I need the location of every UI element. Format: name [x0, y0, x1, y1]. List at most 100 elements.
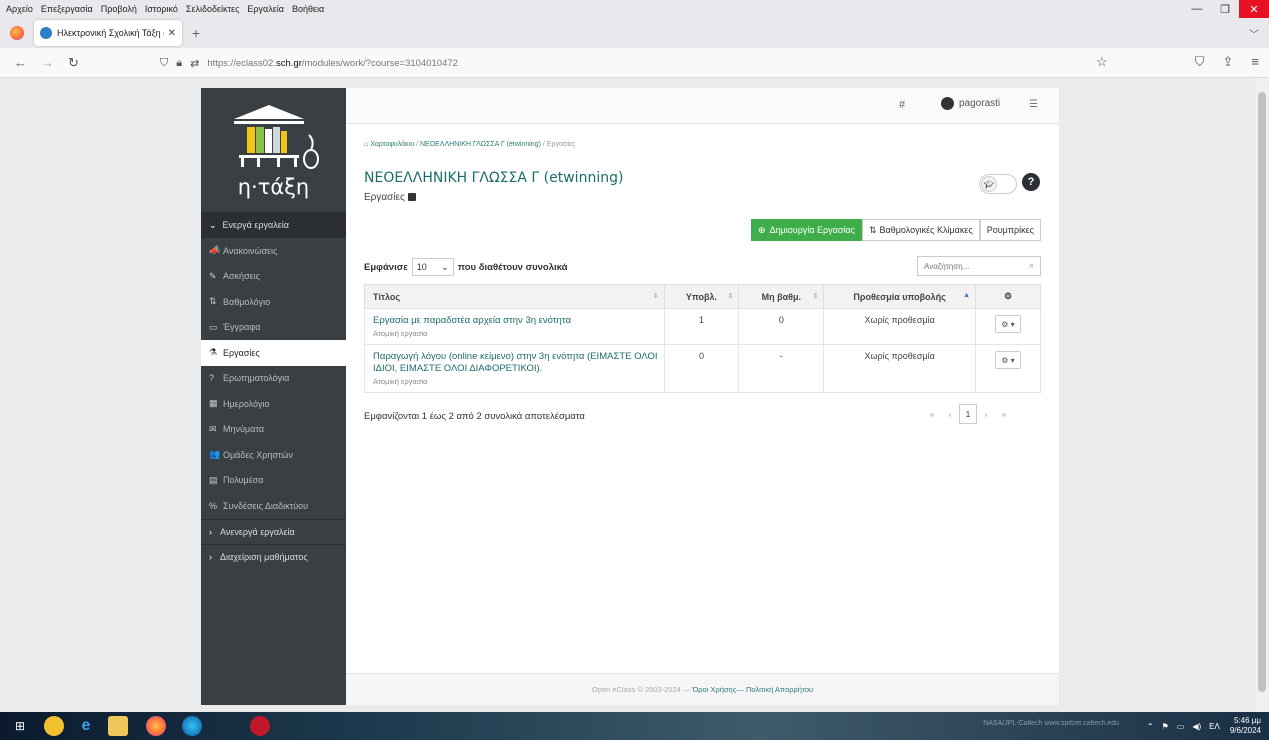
browser-menubar: Αρχείο Επεξεργασία Προβολή Ιστορικό Σελι… [0, 0, 1269, 18]
column-header-ungraded[interactable]: Μη βαθμ. ⇕ [738, 284, 825, 309]
deadline-cell: Χωρίς προθεσμία [823, 308, 977, 345]
breadcrumb-home[interactable]: Χαρτοφυλάκιο [370, 141, 414, 148]
pocket-icon[interactable]: ⛉ [1195, 54, 1205, 70]
column-header-deadline[interactable]: Προθεσμία υποβολής ▲ [823, 284, 977, 309]
folder-icon: ▭ [209, 321, 218, 332]
chrome-icon[interactable] [44, 716, 64, 736]
tab-bar: Ηλεκτρονική Σχολική Τάξη (η- ✕ + ﹀ [0, 18, 1269, 48]
shield-icon[interactable]: ⛉ [160, 57, 168, 70]
close-window-button[interactable]: ✕ [1239, 0, 1269, 18]
permissions-icon[interactable]: ⇄ [190, 57, 199, 70]
list-all-tabs-icon[interactable]: ﹀ [1249, 26, 1259, 41]
tab-close-icon[interactable]: ✕ [168, 28, 176, 39]
flag-icon[interactable]: ⚑ [1162, 722, 1169, 731]
prev-page-button[interactable]: ‹ [941, 410, 959, 419]
menu-tools[interactable]: Εργαλεία [247, 4, 284, 14]
clock[interactable]: 5:46 μμ 9/6/2024 [1230, 716, 1261, 736]
rubrics-button[interactable]: Ρουμπρίκες [979, 219, 1041, 241]
home-icon[interactable]: # [899, 99, 905, 111]
sidebar-item-label: Έγγραφα [223, 322, 261, 333]
column-header-submissions[interactable]: Υποβλ. ⇕ [663, 284, 740, 309]
internet-explorer-icon[interactable]: e [76, 716, 96, 736]
menu-view[interactable]: Προβολή [101, 4, 137, 14]
forward-icon[interactable]: → [41, 55, 54, 70]
page-size-select[interactable]: 10 ⌄ [411, 258, 454, 276]
menu-bookmarks[interactable]: Σελιδοδείκτες [186, 4, 240, 14]
sidebar-item[interactable]: ⚗ Εργασίες [201, 340, 346, 366]
reload-icon[interactable]: ↻ [68, 55, 79, 71]
search-placeholder: Αναζήτηση... [924, 261, 970, 271]
sidebar-item[interactable]: ▤ Πολυμέσα [201, 468, 346, 494]
sidebar-item[interactable]: ? Ερωτηματολόγια [201, 366, 346, 392]
app-icon[interactable] [250, 716, 270, 736]
sidebar-item[interactable]: 📣 Ανακοινώσεις [201, 238, 346, 264]
sidebar-item[interactable]: ⇅ Βαθμολόγιο [201, 289, 346, 315]
file-explorer-icon[interactable] [108, 716, 128, 736]
sidebar-item[interactable]: 👥 Ομάδες Χρηστών [201, 442, 346, 468]
column-header-title[interactable]: Τίτλος ⇕ [364, 284, 665, 309]
new-tab-button[interactable]: + [192, 25, 200, 41]
firefox-taskbar-icon[interactable] [146, 716, 166, 736]
row-actions-dropdown[interactable]: ⚙ ▾ [995, 351, 1021, 369]
first-page-button[interactable]: « [923, 410, 941, 419]
menu-file[interactable]: Αρχείο [6, 4, 33, 14]
create-assignment-button[interactable]: ⊕ Δημιουργία Εργασίας [751, 219, 862, 241]
footer-copyright: Open eClass © 2003-2024 — [591, 685, 693, 694]
language-indicator[interactable]: ΕΛ [1209, 722, 1220, 731]
privacy-link[interactable]: Πολιτική Απορρήτου [746, 685, 813, 694]
sidebar-item[interactable]: % Συνδέσεις Διαδικτύου [201, 493, 346, 519]
menu-help[interactable]: Βοήθεια [292, 4, 324, 14]
sidebar-item[interactable]: ✉ Μηνύματα [201, 417, 346, 443]
lock-icon[interactable]: 🔒︎ [176, 57, 182, 70]
assignment-link[interactable]: Παραγωγή λόγου (online κείμενο) στην 3η … [373, 351, 658, 375]
sliders-icon[interactable]: ☰ [1029, 99, 1038, 110]
scrollbar-thumb[interactable] [1258, 92, 1266, 692]
tray-chevron-icon[interactable]: ⌃ [1147, 722, 1154, 731]
clock-date: 9/6/2024 [1229, 726, 1261, 735]
eclass-logo[interactable]: η·τάξη [201, 88, 346, 212]
search-input[interactable]: Αναζήτηση... ⌕ [917, 256, 1041, 276]
volume-icon[interactable]: ◀) [1192, 722, 1201, 731]
active-tools-header[interactable]: ⌄ Ενεργά εργαλεία [201, 212, 346, 238]
maximize-button[interactable]: ❐ [1211, 0, 1239, 18]
row-actions-dropdown[interactable]: ⚙ ▾ [995, 315, 1021, 333]
address-bar[interactable]: ⛉ 🔒︎ ⇄ https://eclass02.sch.gr/modules/w… [160, 52, 1100, 74]
back-icon[interactable]: ← [14, 55, 27, 70]
course-admin-header[interactable]: › Διαχείριση μαθήματος [201, 543, 346, 569]
submissions-cell: 1 [663, 308, 740, 345]
terms-link[interactable]: Όροι Χρήσης [692, 685, 736, 694]
edit-icon: ✎ [209, 270, 217, 281]
bookmark-star-icon[interactable]: ☆ [1096, 54, 1108, 70]
student-view-toggle[interactable]: 🎓︎ [979, 174, 1017, 194]
next-page-button[interactable]: › [977, 410, 995, 419]
sidebar-item[interactable]: ✎ Ασκήσεις [201, 264, 346, 290]
browser-tab-active[interactable]: Ηλεκτρονική Σχολική Τάξη (η- ✕ [34, 20, 182, 46]
network-icon[interactable]: ▭ [1177, 722, 1185, 731]
course-title[interactable]: ΝΕΟΕΛΛΗΝΙΚΗ ΓΛΩΣΣΑ Γ (etwinning) [364, 170, 623, 186]
vertical-scrollbar[interactable] [1255, 78, 1269, 712]
edge-icon[interactable] [182, 716, 202, 736]
last-page-button[interactable]: » [995, 410, 1013, 419]
assignment-link[interactable]: Εργασία με παραδοτέα αρχεία στην 3η ενότ… [373, 315, 658, 327]
inactive-tools-header[interactable]: › Ανενεργά εργαλεία [201, 518, 346, 544]
share-icon[interactable]: ⇪ [1223, 54, 1234, 70]
info-toggle-icon[interactable] [407, 193, 416, 201]
sort-numeric-icon: ⇅ [209, 296, 217, 307]
app-menu-icon[interactable]: ≡ [1251, 54, 1259, 70]
menu-history[interactable]: Ιστορικό [145, 4, 178, 14]
sidebar-tool-list: 📣 Ανακοινώσεις ✎ Ασκήσεις ⇅ Βαθμολόγιο ▭ Έγγραφ… [201, 238, 346, 519]
user-menu[interactable]: pagorasti [941, 97, 1000, 110]
top-user-bar: # pagorasti ☰ [346, 88, 1059, 124]
envelope-icon: ✉ [209, 423, 217, 434]
grading-scales-button[interactable]: ⇅ Βαθμολογικές Κλίμακες [861, 219, 980, 241]
minimize-button[interactable]: — [1183, 0, 1211, 18]
sidebar-item[interactable]: ▭ Έγγραφα [201, 315, 346, 341]
menu-edit[interactable]: Επεξεργασία [41, 4, 93, 14]
sidebar-item[interactable]: ▦ Ημερολόγιο [201, 391, 346, 417]
firefox-icon[interactable] [10, 26, 24, 40]
page-1-button[interactable]: 1 [959, 404, 977, 424]
submissions-cell: 0 [663, 344, 740, 393]
breadcrumb-course[interactable]: ΝΕΟΕΛΛΗΝΙΚΗ ΓΛΩΣΣΑ Γ (etwinning) [420, 141, 541, 148]
windows-start-icon[interactable]: ⊞ [10, 716, 30, 736]
help-icon[interactable]: ? [1022, 173, 1040, 191]
